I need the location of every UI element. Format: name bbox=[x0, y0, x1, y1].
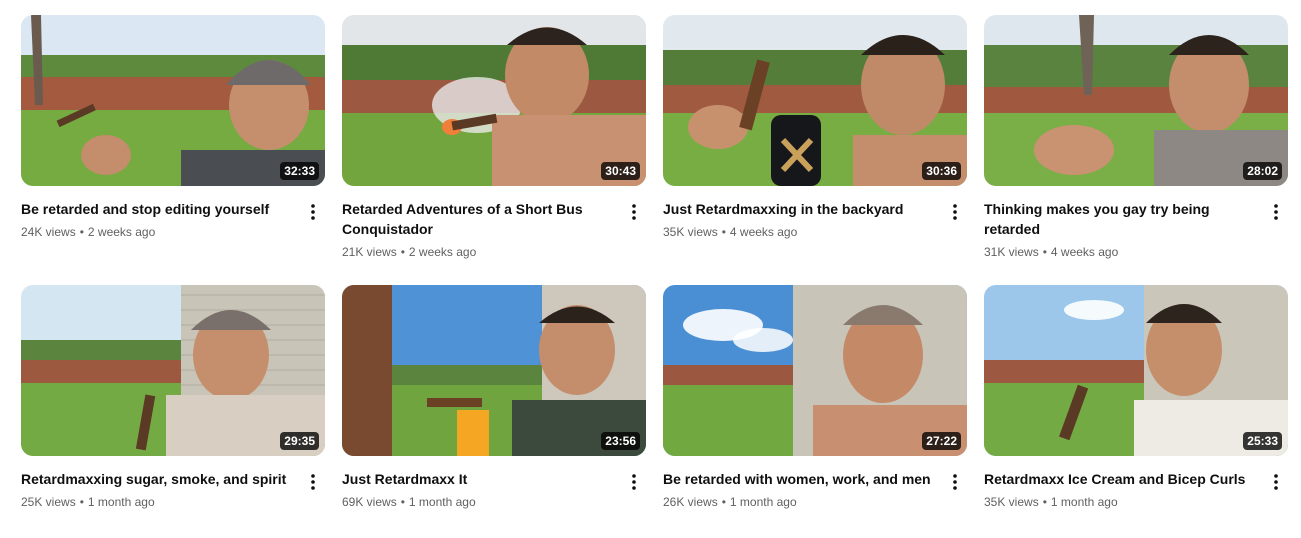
video-thumbnail[interactable]: 30:43 bbox=[342, 15, 646, 186]
video-title[interactable]: Retardmaxxing sugar, smoke, and spirit bbox=[21, 469, 295, 489]
video-title[interactable]: Retardmaxx Ice Cream and Bicep Curls bbox=[984, 469, 1258, 489]
video-card: 27:22 Be retarded with women, work, and … bbox=[663, 285, 967, 525]
video-details: Thinking makes you gay try being retarde… bbox=[984, 186, 1288, 261]
view-count: 25K views bbox=[21, 495, 76, 509]
duration-badge: 27:22 bbox=[922, 432, 961, 450]
more-actions-button[interactable] bbox=[1264, 470, 1288, 494]
upload-age: 1 month ago bbox=[87, 495, 155, 509]
more-vert-icon bbox=[632, 204, 636, 220]
video-details: Retardmaxx Ice Cream and Bicep Curls 35K… bbox=[984, 456, 1288, 511]
video-stats: 26K views • 1 month ago bbox=[663, 493, 937, 511]
upload-age: 2 weeks ago bbox=[87, 225, 156, 239]
video-card: 29:35 Retardmaxxing sugar, smoke, and sp… bbox=[21, 285, 325, 525]
more-actions-button[interactable] bbox=[301, 200, 325, 224]
upload-age: 1 month ago bbox=[1050, 495, 1118, 509]
duration-badge: 30:36 bbox=[922, 162, 961, 180]
separator-dot: • bbox=[79, 225, 84, 239]
video-thumbnail[interactable]: 32:33 bbox=[21, 15, 325, 186]
thumbnail-image bbox=[342, 15, 646, 186]
video-card: 28:02 Thinking makes you gay try being r… bbox=[984, 15, 1288, 285]
video-title[interactable]: Just Retardmaxxing in the backyard bbox=[663, 199, 937, 219]
duration-badge: 23:56 bbox=[601, 432, 640, 450]
separator-dot: • bbox=[1042, 245, 1047, 259]
video-details: Retardmaxxing sugar, smoke, and spirit 2… bbox=[21, 456, 325, 511]
video-details: Just Retardmaxx It 69K views • 1 month ago bbox=[342, 456, 646, 511]
more-actions-button[interactable] bbox=[943, 200, 967, 224]
separator-dot: • bbox=[1042, 495, 1047, 509]
video-title[interactable]: Be retarded and stop editing yourself bbox=[21, 199, 295, 219]
separator-dot: • bbox=[721, 225, 726, 239]
view-count: 35K views bbox=[663, 225, 718, 239]
video-stats: 25K views • 1 month ago bbox=[21, 493, 295, 511]
video-thumbnail[interactable]: 29:35 bbox=[21, 285, 325, 456]
video-card: 23:56 Just Retardmaxx It 69K views • 1 mon… bbox=[342, 285, 646, 525]
more-actions-button[interactable] bbox=[622, 200, 646, 224]
video-card: 30:43 Retarded Adventures of a Short Bus… bbox=[342, 15, 646, 285]
view-count: 69K views bbox=[342, 495, 397, 509]
video-details: Just Retardmaxxing in the backyard 35K v… bbox=[663, 186, 967, 241]
video-thumbnail[interactable]: 25:33 bbox=[984, 285, 1288, 456]
more-actions-button[interactable] bbox=[1264, 200, 1288, 224]
thumbnail-image bbox=[342, 285, 646, 456]
more-vert-icon bbox=[1274, 474, 1278, 490]
duration-badge: 30:43 bbox=[601, 162, 640, 180]
video-thumbnail[interactable]: 28:02 bbox=[984, 15, 1288, 186]
more-actions-button[interactable] bbox=[301, 470, 325, 494]
upload-age: 4 weeks ago bbox=[1050, 245, 1119, 259]
view-count: 26K views bbox=[663, 495, 718, 509]
view-count: 24K views bbox=[21, 225, 76, 239]
video-stats: 69K views • 1 month ago bbox=[342, 493, 616, 511]
video-title[interactable]: Be retarded with women, work, and men bbox=[663, 469, 937, 489]
duration-badge: 28:02 bbox=[1243, 162, 1282, 180]
video-title[interactable]: Thinking makes you gay try being retarde… bbox=[984, 199, 1258, 239]
view-count: 31K views bbox=[984, 245, 1039, 259]
more-vert-icon bbox=[311, 474, 315, 490]
video-stats: 35K views • 1 month ago bbox=[984, 493, 1258, 511]
more-vert-icon bbox=[953, 204, 957, 220]
upload-age: 2 weeks ago bbox=[408, 245, 477, 259]
more-vert-icon bbox=[1274, 204, 1278, 220]
separator-dot: • bbox=[79, 495, 84, 509]
thumbnail-image bbox=[663, 285, 967, 456]
view-count: 21K views bbox=[342, 245, 397, 259]
video-card: 32:33 Be retarded and stop editing yours… bbox=[21, 15, 325, 285]
video-stats: 24K views • 2 weeks ago bbox=[21, 223, 295, 241]
video-grid: 32:33 Be retarded and stop editing yours… bbox=[21, 15, 1288, 525]
duration-badge: 25:33 bbox=[1243, 432, 1282, 450]
thumbnail-image bbox=[663, 15, 967, 186]
separator-dot: • bbox=[721, 495, 726, 509]
video-stats: 35K views • 4 weeks ago bbox=[663, 223, 937, 241]
more-vert-icon bbox=[953, 474, 957, 490]
video-thumbnail[interactable]: 27:22 bbox=[663, 285, 967, 456]
more-actions-button[interactable] bbox=[622, 470, 646, 494]
video-stats: 21K views • 2 weeks ago bbox=[342, 243, 616, 261]
video-details: Be retarded with women, work, and men 26… bbox=[663, 456, 967, 511]
video-title[interactable]: Just Retardmaxx It bbox=[342, 469, 616, 489]
video-card: 30:36 Just Retardmaxxing in the backyard… bbox=[663, 15, 967, 285]
video-stats: 31K views • 4 weeks ago bbox=[984, 243, 1258, 261]
duration-badge: 32:33 bbox=[280, 162, 319, 180]
thumbnail-image bbox=[21, 285, 325, 456]
separator-dot: • bbox=[400, 495, 405, 509]
more-actions-button[interactable] bbox=[943, 470, 967, 494]
video-details: Retarded Adventures of a Short Bus Conqu… bbox=[342, 186, 646, 261]
upload-age: 4 weeks ago bbox=[729, 225, 798, 239]
view-count: 35K views bbox=[984, 495, 1039, 509]
video-details: Be retarded and stop editing yourself 24… bbox=[21, 186, 325, 241]
video-title[interactable]: Retarded Adventures of a Short Bus Conqu… bbox=[342, 199, 616, 239]
thumbnail-image bbox=[984, 285, 1288, 456]
upload-age: 1 month ago bbox=[729, 495, 797, 509]
video-thumbnail[interactable]: 30:36 bbox=[663, 15, 967, 186]
more-vert-icon bbox=[311, 204, 315, 220]
thumbnail-image bbox=[21, 15, 325, 186]
duration-badge: 29:35 bbox=[280, 432, 319, 450]
thumbnail-image bbox=[984, 15, 1288, 186]
upload-age: 1 month ago bbox=[408, 495, 476, 509]
video-card: 25:33 Retardmaxx Ice Cream and Bicep Cur… bbox=[984, 285, 1288, 525]
more-vert-icon bbox=[632, 474, 636, 490]
video-thumbnail[interactable]: 23:56 bbox=[342, 285, 646, 456]
separator-dot: • bbox=[400, 245, 405, 259]
